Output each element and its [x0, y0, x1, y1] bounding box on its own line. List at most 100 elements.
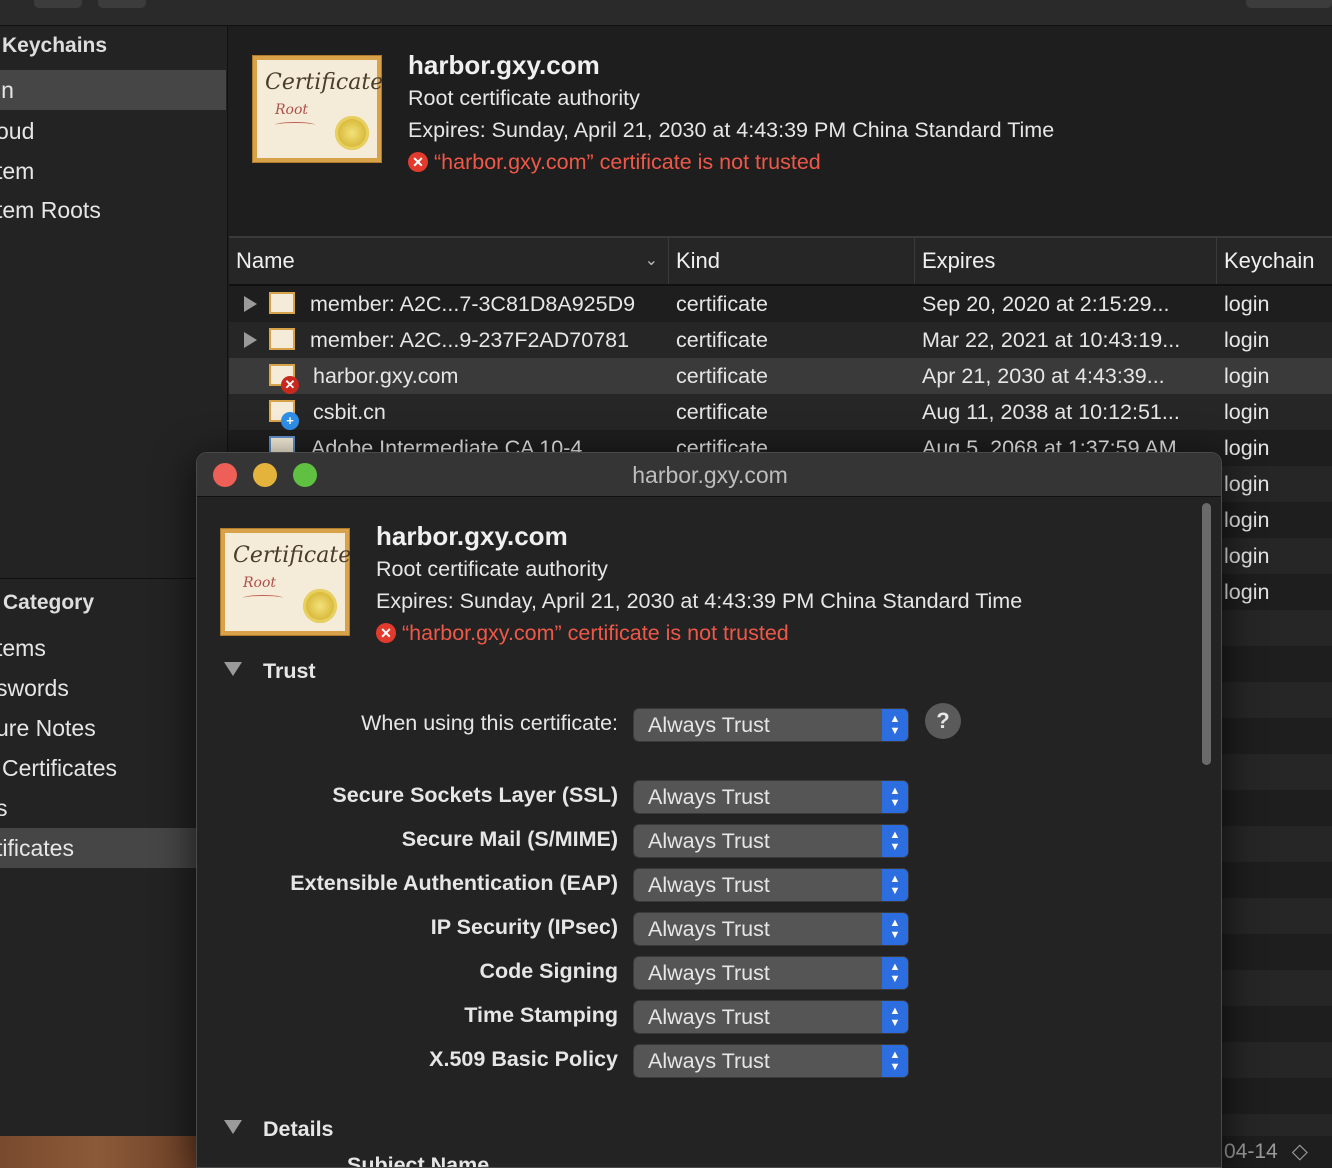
certificate-name: harbor.gxy.com — [408, 50, 600, 80]
sidebar-item-label: tificates — [0, 835, 74, 861]
sidebar-item-label: in — [0, 77, 14, 103]
trust-warning-text: “harbor.gxy.com” certificate is not trus… — [434, 150, 821, 174]
sidebar-item-label: swords — [0, 675, 69, 701]
popup-value: Always Trust — [648, 1005, 770, 1029]
column-header-name[interactable]: Name ⌄ — [229, 238, 669, 284]
sidebar-item-my-certificates[interactable]: Certificates — [0, 748, 226, 788]
cell-keychain: login — [1224, 508, 1270, 532]
flourish — [275, 122, 315, 128]
toolbar — [0, 0, 1332, 26]
column-header-expires[interactable]: Expires — [915, 238, 1217, 284]
help-button[interactable]: ? — [925, 703, 961, 739]
cell-name: harbor.gxy.com — [313, 364, 459, 388]
section-title: Trust — [263, 659, 316, 683]
popup-value: Always Trust — [648, 961, 770, 985]
cell-expires: Sep 20, 2020 at 2:15:29... — [922, 292, 1170, 316]
sidebar-item-label: tem — [0, 158, 35, 184]
policy-popup-time-stamping[interactable]: Always Trust ▲ ▼ — [634, 1001, 908, 1033]
updown-chevron-icon: ▲ ▼ — [882, 1001, 908, 1033]
sidebar-item-certificates[interactable]: tificates — [0, 828, 226, 868]
sidebar-item-keys[interactable]: s — [0, 788, 226, 828]
disclosure-triangle-icon — [224, 662, 242, 676]
updown-chevron-icon: ▲ ▼ — [882, 709, 908, 741]
chevron-down-icon: ⌄ — [644, 252, 658, 269]
error-icon: ✕ — [408, 152, 428, 172]
policy-label-eap: Extensible Authentication (EAP) — [290, 871, 618, 895]
cell-expires: Mar 22, 2021 at 10:43:19... — [922, 328, 1181, 352]
policy-popup-ipsec[interactable]: Always Trust ▲ ▼ — [634, 913, 908, 945]
policy-popup-smime[interactable]: Always Trust ▲ ▼ — [634, 825, 908, 857]
cell-keychain: login — [1224, 580, 1270, 604]
toolbar-button[interactable] — [34, 0, 82, 8]
details-section-toggle[interactable]: Details — [224, 1117, 334, 1142]
column-header-kind[interactable]: Kind — [669, 238, 915, 284]
policy-label-ipsec: IP Security (IPsec) — [430, 915, 618, 939]
cell-name: csbit.cn — [313, 400, 386, 424]
custom-trust-badge-icon: + — [281, 412, 299, 430]
cell-keychain: login — [1224, 436, 1270, 460]
policy-popup-x509[interactable]: Always Trust ▲ ▼ — [634, 1045, 908, 1077]
certificate-icon-text: Certificate — [265, 70, 384, 95]
cell-name: member: A2C...9-237F2AD70781 — [310, 328, 630, 352]
popup-value: Always Trust — [648, 873, 770, 897]
policy-popup-ssl[interactable]: Always Trust ▲ ▼ — [634, 781, 908, 813]
scrollbar[interactable] — [1202, 503, 1211, 765]
policy-popup-eap[interactable]: Always Trust ▲ ▼ — [634, 869, 908, 901]
table-row-selected[interactable]: ✕ harbor.gxy.com certificate Apr 21, 203… — [229, 358, 1332, 394]
trust-section-toggle[interactable]: Trust — [224, 659, 316, 684]
subject-name-heading: Subject Name — [347, 1153, 490, 1168]
trust-warning: ✕ “harbor.gxy.com” certificate is not tru… — [376, 621, 789, 646]
certificate-expires: Expires: Sunday, April 21, 2030 at 4:43:… — [376, 589, 1023, 613]
certificate-icon: Certificate Root — [253, 56, 384, 162]
sidebar-item-all-items[interactable]: tems — [0, 628, 226, 668]
sidebar-item-icloud[interactable]: oud — [0, 111, 226, 151]
updown-chevron-icon: ▲ ▼ — [882, 1045, 908, 1077]
sidebar-item-login[interactable]: in — [0, 70, 226, 110]
seal-icon — [303, 589, 337, 623]
cell-kind: certificate — [676, 364, 769, 388]
flourish — [243, 595, 283, 601]
column-header-label: Keychain — [1224, 248, 1315, 273]
untrusted-badge-icon: ✕ — [281, 376, 299, 394]
sidebar: Keychains in oud tem tem Roots Category … — [0, 26, 228, 1168]
certificate-icon-text: Certificate — [233, 543, 352, 568]
sidebar-item-secure-notes[interactable]: ure Notes — [0, 708, 226, 748]
sidebar-item-system[interactable]: tem — [0, 151, 226, 191]
policy-label-ssl: Secure Sockets Layer (SSL) — [332, 783, 618, 807]
sidebar-item-passwords[interactable]: swords — [0, 668, 226, 708]
category-heading: Category — [3, 591, 95, 614]
sidebar-item-label: tem Roots — [0, 197, 101, 223]
table-row[interactable]: member: A2C...9-237F2AD70781 certificate… — [229, 322, 1332, 358]
certificate-icon — [269, 328, 295, 350]
sidebar-divider — [0, 578, 228, 579]
disclosure-triangle-icon[interactable] — [244, 296, 257, 312]
certificate-icon — [269, 292, 295, 314]
cell-keychain: login — [1224, 364, 1270, 388]
cell-expires: Aug 11, 2038 at 10:12:51... — [922, 400, 1180, 424]
disclosure-triangle-icon[interactable] — [244, 332, 257, 348]
column-header-keychain[interactable]: Keychain — [1217, 238, 1332, 284]
toolbar-search-field[interactable] — [1246, 0, 1332, 8]
sidebar-item-label: oud — [0, 118, 35, 144]
updown-chevron-icon: ▲ ▼ — [882, 957, 908, 989]
table-row[interactable]: + csbit.cn certificate Aug 11, 2038 at 1… — [229, 394, 1332, 430]
cell-keychain: login — [1224, 328, 1270, 352]
toolbar-info-button[interactable] — [98, 0, 146, 8]
table-row[interactable]: member: A2C...7-3C81D8A925D9 certificate… — [229, 286, 1332, 322]
sidebar-item-system-roots[interactable]: tem Roots — [0, 190, 226, 230]
cell-kind: certificate — [676, 292, 769, 316]
cell-keychain: login — [1224, 544, 1270, 568]
column-header-label: Name — [236, 248, 295, 273]
popup-value: Always Trust — [648, 785, 770, 809]
desktop-background — [0, 1136, 196, 1168]
cell-keychain: login — [1224, 400, 1270, 424]
certificate-icon-subtext: Root — [243, 575, 277, 591]
policy-label-code-signing: Code Signing — [479, 959, 618, 983]
column-header-label: Kind — [676, 248, 721, 273]
policy-label-x509: X.509 Basic Policy — [429, 1047, 618, 1071]
sidebar-item-label: ure Notes — [0, 715, 96, 741]
policy-popup-code-signing[interactable]: Always Trust ▲ ▼ — [634, 957, 908, 989]
when-using-popup[interactable]: Always Trust ▲ ▼ — [634, 709, 908, 741]
certificate-icon-subtext: Root — [275, 102, 309, 118]
cell-expires: Apr 21, 2030 at 4:43:39... — [922, 364, 1165, 388]
